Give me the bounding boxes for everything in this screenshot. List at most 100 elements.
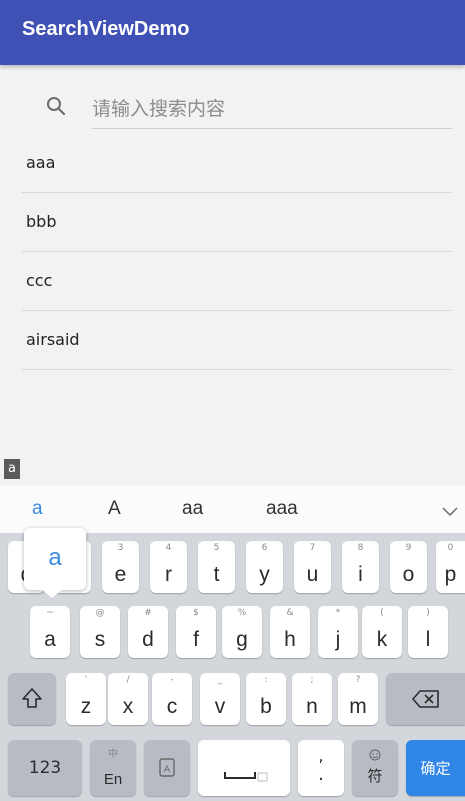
symbol-key-label: 符 <box>367 768 383 785</box>
key-label: a <box>44 628 56 651</box>
key-sub-label: ( <box>380 608 384 618</box>
key-sub-label: 3 <box>117 543 124 553</box>
key-label: b <box>260 695 272 718</box>
key-label: m <box>349 695 367 718</box>
key-r[interactable]: 4r <box>150 541 187 593</box>
key-sub-label: 4 <box>165 543 172 553</box>
key-sub-label: 5 <box>213 543 220 553</box>
key-preview-popup: a <box>24 528 86 590</box>
search-icon <box>46 96 66 120</box>
key-sub-label: 9 <box>405 543 412 553</box>
list-item-label: airsaid <box>26 330 80 349</box>
shift-icon <box>21 687 43 713</box>
key-c[interactable]: -c <box>152 673 192 725</box>
candidate-word[interactable]: aa <box>182 498 203 520</box>
key-label: z <box>80 695 92 718</box>
list-item-label: aaa <box>26 153 56 172</box>
language-key-top: 中 <box>108 749 118 760</box>
numbers-key-label: 123 <box>28 758 62 778</box>
key-s[interactable]: @ s <box>80 606 120 658</box>
key-j[interactable]: * j <box>318 606 358 658</box>
key-o[interactable]: 9o <box>390 541 427 593</box>
key-sub-label: : <box>264 675 268 685</box>
list-item[interactable]: bbb <box>22 193 452 252</box>
key-v[interactable]: _ v <box>200 673 240 725</box>
space-key[interactable] <box>198 740 290 796</box>
key-preview-tail <box>40 588 64 598</box>
key-label: t <box>213 563 220 586</box>
confirm-key[interactable]: 确定 <box>406 740 465 796</box>
key-h[interactable]: & h <box>270 606 310 658</box>
candidate-word[interactable]: A <box>108 498 121 520</box>
candidate-word[interactable]: aaa <box>266 498 298 520</box>
key-p[interactable]: 0p <box>436 541 465 593</box>
key-sub-label: ; <box>310 675 314 685</box>
key-z[interactable]: ' z <box>66 673 106 725</box>
candidate-word[interactable]: a <box>32 498 43 520</box>
key-g[interactable]: % g <box>222 606 262 658</box>
search-input[interactable]: 请输入搜索内容 <box>92 94 225 121</box>
language-switch-key[interactable]: 中 En <box>90 740 136 796</box>
emoji-symbol-key[interactable]: 符 <box>352 740 398 796</box>
key-sub-label: * <box>335 608 341 618</box>
backspace-icon <box>412 689 440 713</box>
key-sub-label: - <box>170 675 174 685</box>
suggestion-list: aaa bbb ccc airsaid <box>22 134 452 370</box>
key-x[interactable]: / x <box>108 673 148 725</box>
key-f[interactable]: $ f <box>176 606 216 658</box>
list-item[interactable]: airsaid <box>22 311 452 370</box>
key-label: r <box>165 563 172 586</box>
key-n[interactable]: ; n <box>292 673 332 725</box>
punctuation-key-bottom: . <box>318 763 324 785</box>
key-i[interactable]: 8i <box>342 541 379 593</box>
key-label: h <box>284 628 296 651</box>
language-key-label: En <box>103 771 123 788</box>
key-label: j <box>335 628 341 651</box>
app-bar: SearchViewDemo <box>0 0 465 65</box>
clipboard-key[interactable]: A <box>144 740 190 796</box>
key-label: l <box>425 628 431 651</box>
search-underline <box>92 128 452 129</box>
key-sub-label: ) <box>426 608 430 618</box>
search-view[interactable]: 请输入搜索内容 <box>22 84 452 130</box>
key-label: y <box>259 563 270 586</box>
key-label: o <box>402 563 415 586</box>
svg-text:A: A <box>164 765 171 775</box>
punctuation-key[interactable]: , . <box>298 740 344 796</box>
key-m[interactable]: ? m <box>338 673 378 725</box>
key-sub-label: 8 <box>357 543 364 553</box>
key-label: u <box>306 563 319 586</box>
key-label: c <box>166 695 178 718</box>
key-label: x <box>122 695 134 718</box>
key-sub-label: 7 <box>309 543 316 553</box>
key-label: p <box>444 563 457 586</box>
key-sub-label: 6 <box>261 543 268 553</box>
key-label: v <box>214 695 226 718</box>
composing-hint: a <box>4 459 20 479</box>
key-d[interactable]: # d <box>128 606 168 658</box>
list-item[interactable]: ccc <box>22 252 452 311</box>
list-item[interactable]: aaa <box>22 134 452 193</box>
key-y[interactable]: 6y <box>246 541 283 593</box>
key-l[interactable]: ) l <box>408 606 448 658</box>
key-e[interactable]: 3e <box>102 541 139 593</box>
key-u[interactable]: 7u <box>294 541 331 593</box>
key-sub-label: & <box>286 608 294 618</box>
key-b[interactable]: :b <box>246 673 286 725</box>
key-label: g <box>236 628 248 651</box>
candidate-bar: a A aa aaa <box>0 485 465 533</box>
key-sub-label: _ <box>217 675 223 685</box>
backspace-key[interactable] <box>386 673 465 725</box>
key-label: k <box>376 628 388 651</box>
numbers-key[interactable]: 123 <box>8 740 82 796</box>
key-sub-label: ? <box>355 675 361 685</box>
key-k[interactable]: (k <box>362 606 402 658</box>
shift-key[interactable] <box>8 673 56 725</box>
key-label: f <box>193 628 199 651</box>
key-label: e <box>114 563 127 586</box>
chevron-down-icon[interactable] <box>441 503 459 522</box>
key-a[interactable]: ~ a <box>30 606 70 658</box>
emoji-icon <box>369 746 381 765</box>
key-t[interactable]: 5t <box>198 541 235 593</box>
key-sub-label: % <box>237 608 247 618</box>
